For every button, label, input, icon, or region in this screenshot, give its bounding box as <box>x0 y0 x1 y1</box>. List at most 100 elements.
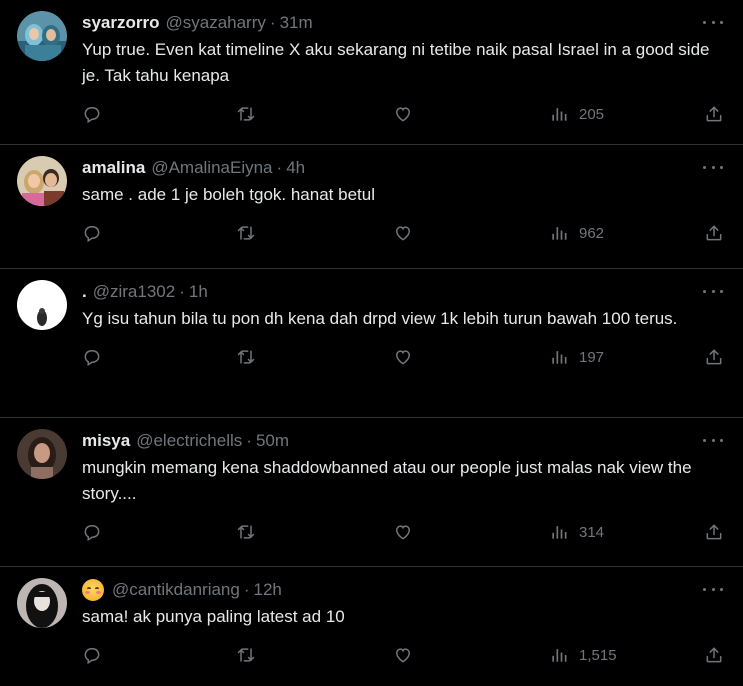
separator-dot: · <box>276 158 283 177</box>
reply-icon <box>84 350 100 367</box>
repost-button[interactable] <box>236 218 256 248</box>
more-options-icon[interactable] <box>703 14 723 30</box>
like-button[interactable] <box>393 517 413 547</box>
tweet-text: same . ade 1 je boleh tgok. hanat betul <box>82 185 375 204</box>
avatar[interactable] <box>17 578 67 628</box>
tweet-header: syarzorro @syazaharry · 31m <box>82 0 727 35</box>
tweet-text: Yg isu tahun bila tu pon dh kena dah drp… <box>82 309 678 328</box>
heart-icon <box>395 525 411 540</box>
views-button[interactable]: 197 <box>549 342 604 372</box>
timestamp[interactable]: 31m <box>280 13 313 33</box>
user-handle[interactable]: @electrichells <box>136 431 242 451</box>
user-handle[interactable]: @zira1302 <box>93 282 175 302</box>
repost-button[interactable] <box>236 342 256 372</box>
tweet[interactable]: amalina @AmalinaEiyna · 4h same . ade 1 … <box>0 145 743 269</box>
display-name[interactable]: . <box>82 282 87 302</box>
view-count: 962 <box>579 224 605 242</box>
action-bar: 962 <box>82 218 727 248</box>
view-count: 205 <box>579 105 605 123</box>
tweet-header: @cantikdanriang · 12h <box>82 567 727 602</box>
reply-button[interactable] <box>82 342 102 372</box>
view-count: 1,515 <box>579 646 617 664</box>
heart-icon <box>395 107 411 122</box>
share-icon <box>706 349 722 365</box>
tweet[interactable]: @cantikdanriang · 12h sama! ak punya pal… <box>0 567 743 686</box>
share-button[interactable] <box>704 517 724 547</box>
repost-button[interactable] <box>236 517 256 547</box>
views-button[interactable]: 1,515 <box>549 640 617 670</box>
avatar[interactable] <box>17 11 67 61</box>
repost-icon <box>237 226 255 240</box>
tweet-header: amalina @AmalinaEiyna · 4h <box>82 145 727 180</box>
reply-icon <box>84 525 100 542</box>
timestamp[interactable]: 4h <box>286 158 305 178</box>
share-icon <box>706 524 722 540</box>
view-count: 197 <box>579 348 605 366</box>
share-icon <box>706 106 722 122</box>
share-button[interactable] <box>704 342 724 372</box>
tweet-header: misya @electrichells · 50m <box>82 418 727 453</box>
tweet-text: mungkin memang kena shaddowbanned atau o… <box>82 458 692 503</box>
views-button[interactable]: 962 <box>549 218 604 248</box>
user-handle[interactable]: @syazaharry <box>165 13 265 33</box>
bar-chart-icon <box>552 526 567 539</box>
timestamp[interactable]: 50m <box>256 431 289 451</box>
display-name[interactable]: misya <box>82 431 130 451</box>
share-icon <box>706 647 722 663</box>
share-icon <box>706 225 722 241</box>
more-options-icon[interactable] <box>703 283 723 299</box>
reply-feed: syarzorro @syazaharry · 31m Yup true. Ev… <box>0 0 743 686</box>
timestamp[interactable]: 1h <box>189 282 208 302</box>
views-button[interactable]: 205 <box>549 99 604 129</box>
repost-icon <box>237 350 255 364</box>
user-handle[interactable]: @AmalinaEiyna <box>151 158 272 178</box>
like-button[interactable] <box>393 99 413 129</box>
reply-button[interactable] <box>82 99 102 129</box>
repost-button[interactable] <box>236 640 256 670</box>
view-count: 314 <box>579 523 605 541</box>
tweet-text: Yup true. Even kat timeline X aku sekara… <box>82 40 710 85</box>
more-options-icon[interactable] <box>703 159 723 175</box>
more-options-icon[interactable] <box>703 581 723 597</box>
tweet[interactable]: syarzorro @syazaharry · 31m Yup true. Ev… <box>0 0 743 145</box>
reply-icon <box>84 226 100 243</box>
tweet[interactable]: . @zira1302 · 1h Yg isu tahun bila tu po… <box>0 269 743 418</box>
bar-chart-icon <box>552 649 567 662</box>
share-button[interactable] <box>704 640 724 670</box>
like-button[interactable] <box>393 218 413 248</box>
avatar[interactable] <box>17 156 67 206</box>
heart-icon <box>395 350 411 365</box>
avatar[interactable] <box>17 280 67 330</box>
reply-icon <box>84 648 100 665</box>
action-bar: 197 <box>82 342 727 372</box>
more-options-icon[interactable] <box>703 432 723 448</box>
action-bar: 314 <box>82 517 727 547</box>
reply-icon <box>84 107 100 124</box>
reply-button[interactable] <box>82 218 102 248</box>
share-button[interactable] <box>704 218 724 248</box>
share-button[interactable] <box>704 99 724 129</box>
repost-button[interactable] <box>236 99 256 129</box>
separator-dot: · <box>269 13 276 32</box>
user-handle[interactable]: @cantikdanriang <box>112 580 240 600</box>
heart-icon <box>395 648 411 663</box>
timestamp[interactable]: 12h <box>254 580 282 600</box>
tweet[interactable]: misya @electrichells · 50m mungkin meman… <box>0 418 743 567</box>
tweet-header: . @zira1302 · 1h <box>82 269 727 304</box>
repost-icon <box>237 525 255 539</box>
smiling-face-icon[interactable] <box>82 579 104 601</box>
separator-dot: · <box>243 580 250 599</box>
like-button[interactable] <box>393 342 413 372</box>
bar-chart-icon <box>552 351 567 364</box>
reply-button[interactable] <box>82 640 102 670</box>
display-name[interactable]: amalina <box>82 158 145 178</box>
separator-dot: · <box>179 282 185 301</box>
reply-button[interactable] <box>82 517 102 547</box>
bar-chart-icon <box>552 227 567 240</box>
like-button[interactable] <box>393 640 413 670</box>
views-button[interactable]: 314 <box>549 517 604 547</box>
separator-dot: · <box>246 431 252 450</box>
avatar[interactable] <box>17 429 67 479</box>
display-name[interactable]: syarzorro <box>82 13 159 33</box>
action-bar: 1,515 <box>82 640 727 670</box>
